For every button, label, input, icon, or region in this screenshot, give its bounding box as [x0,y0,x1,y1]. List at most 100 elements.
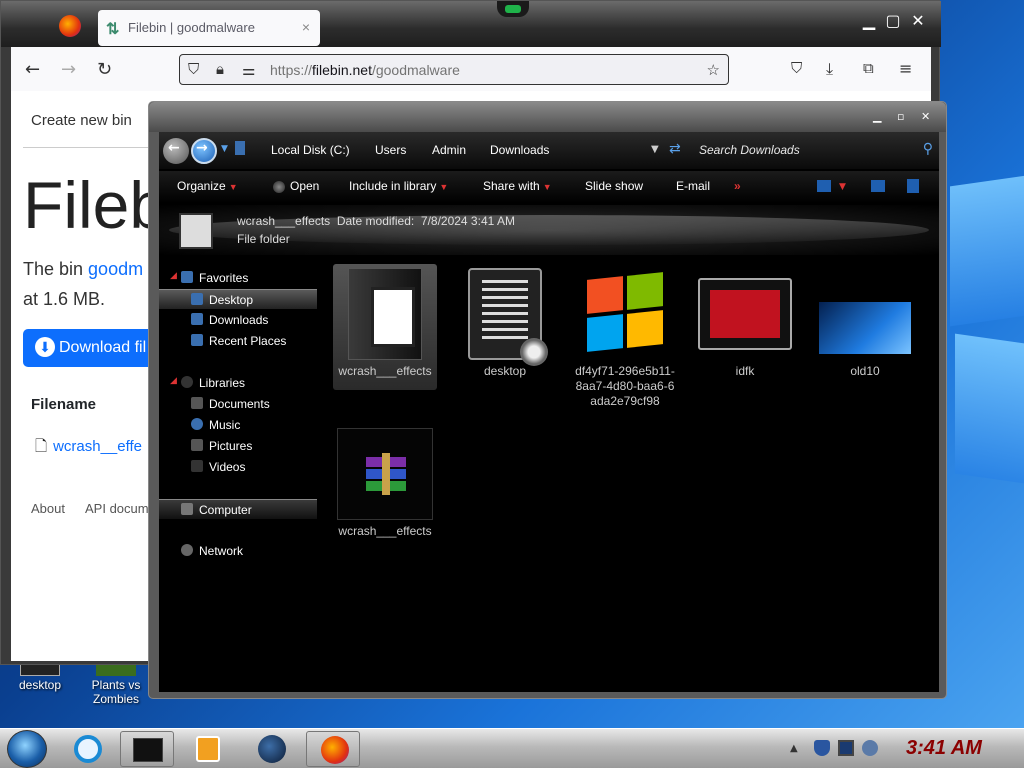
folder-paper [371,287,415,347]
close-tab-icon[interactable]: × [302,19,310,35]
nav-recent-places[interactable]: Recent Places [159,331,317,351]
bookmark-star-icon[interactable]: ☆ [707,61,720,79]
refresh-icon[interactable]: ⇄ [669,141,681,157]
include-in-library-menu[interactable]: Include in library ▼ [349,179,448,193]
nav-downloads[interactable]: Downloads [159,310,317,330]
wallpaper-pane [955,333,1024,487]
nav-videos[interactable]: Videos [159,457,317,477]
menu-icon[interactable]: ≡ [899,59,912,78]
details-modified-value: 7/8/2024 3:41 AM [420,214,515,228]
volume-icon[interactable] [862,740,878,756]
reload-icon[interactable]: ↻ [97,59,112,80]
url-path: /goodmalware [371,62,460,78]
file-item[interactable]: old10 [813,264,917,379]
url-host: filebin.net [312,62,372,78]
downloads-icon[interactable]: ⤓ [826,59,833,79]
file-item[interactable]: wcrash___effects [333,424,437,539]
open-button[interactable]: Open [290,179,319,193]
file-item[interactable]: desktop [453,264,557,379]
clock[interactable]: 3:41 AM [906,737,982,760]
nav-favorites[interactable]: ◢ Favorites [159,268,317,288]
show-hidden-icons-icon[interactable]: ▲ [790,743,798,754]
explorer-maximize-icon[interactable]: ▫ [897,110,904,123]
internet-explorer-task[interactable] [60,731,114,767]
file-item[interactable]: df4yf71-296e5b11-8aa7-4d80-baa6-6ada2e79… [573,264,677,409]
url-text: https://filebin.net/goodmalware [270,62,460,78]
nav-pictures-label: Pictures [209,439,253,453]
share-with-menu[interactable]: Share with ▼ [483,179,552,193]
view-options-icon[interactable] [817,180,831,192]
text-lines [482,280,528,340]
globe-icon [258,735,286,763]
shield-icon[interactable]: ⛉ [188,61,199,78]
breadcrumb-local-disk[interactable]: Local Disk (C:) [271,143,350,157]
extensions-icon[interactable]: ⧉ [863,59,874,77]
nav-libraries[interactable]: ◢ Libraries [159,373,317,393]
browser-tab[interactable]: ⇅ Filebin | goodmalware × [98,10,320,46]
back-icon[interactable]: ← [25,59,40,80]
more-commands-button[interactable]: » [734,179,741,193]
lock-icon[interactable]: 🔒︎ [216,61,224,78]
organize-menu[interactable]: Organize ▼ [177,179,238,193]
details-pane: wcrash___effects Date modified: 7/8/2024… [159,205,939,255]
nav-desktop[interactable]: Desktop [159,289,317,309]
close-window-icon[interactable]: ✕ [908,11,928,30]
breadcrumb-users[interactable]: Users [375,143,406,157]
action-center-icon[interactable] [814,740,830,756]
api-docs-link[interactable]: API docum [85,501,149,516]
file-name: desktop [483,364,527,378]
view-dropdown-icon[interactable]: ▼ [839,182,846,192]
back-button[interactable]: ← [163,138,189,164]
explorer-task[interactable] [120,731,174,767]
slide-show-button[interactable]: Slide show [585,179,643,193]
location-icon [235,141,245,155]
permissions-icon[interactable]: ⚌ [242,61,255,79]
forward-icon[interactable]: → [61,59,76,80]
minimize-icon[interactable]: ▁ [859,11,879,30]
globe-app-task[interactable] [244,731,298,767]
forward-button[interactable]: → [191,138,217,164]
logo-yellow [627,310,663,348]
email-button[interactable]: E-mail [676,179,710,193]
firefox-icon[interactable] [59,15,81,37]
nav-videos-label: Videos [209,460,246,474]
preview-pane-icon[interactable] [871,180,885,192]
address-dropdown-icon[interactable]: ▼ [651,144,659,155]
pocket-icon[interactable]: ⛉ [791,59,802,77]
desktop-shortcut-label: desktop [18,678,62,692]
expand-icon[interactable]: ◢ [170,270,177,281]
file-item[interactable]: idfk [693,264,797,379]
breadcrumb-downloads[interactable]: Downloads [490,143,549,157]
search-icon[interactable]: ⚲ [923,141,933,157]
maximize-icon[interactable]: ▢ [883,11,903,30]
breadcrumb-admin[interactable]: Admin [432,143,466,157]
recent-pages-dropdown-icon[interactable]: ▼ [221,144,228,154]
nav-network[interactable]: Network [159,541,317,561]
music-icon [191,418,203,430]
nav-documents[interactable]: Documents [159,394,317,414]
media-player-task[interactable] [180,731,234,767]
expand-icon[interactable]: ◢ [170,375,177,386]
network-tray-icon[interactable] [838,740,854,756]
explorer-close-icon[interactable]: ✕ [921,110,930,123]
create-new-bin-link[interactable]: Create new bin [31,112,132,129]
file-row[interactable]: 🗋 wcrash__effe [35,436,142,461]
about-link[interactable]: About [31,501,65,516]
help-icon[interactable] [907,179,919,193]
file-item[interactable]: wcrash___effects [333,264,437,390]
documents-icon [191,397,203,409]
address-bar[interactable]: ⛉ 🔒︎ ⚌ https://filebin.net/goodmalware ☆ [179,54,729,85]
nav-computer[interactable]: Computer [159,499,317,519]
wallpaper-pane [950,173,1024,327]
nav-pictures[interactable]: Pictures [159,436,317,456]
rar-strap [382,453,390,495]
search-input[interactable]: Search Downloads [699,143,800,157]
start-button[interactable] [7,730,47,768]
nav-music[interactable]: Music [159,415,317,435]
file-link[interactable]: wcrash__effe [53,438,142,455]
firefox-task[interactable] [306,731,360,767]
explorer-minimize-icon[interactable]: ▁ [873,110,881,123]
nav-network-label: Network [199,544,244,558]
plants-vs-zombies-shortcut[interactable]: Plants vs Zombies [78,660,154,706]
bin-link[interactable]: goodm [88,259,143,279]
